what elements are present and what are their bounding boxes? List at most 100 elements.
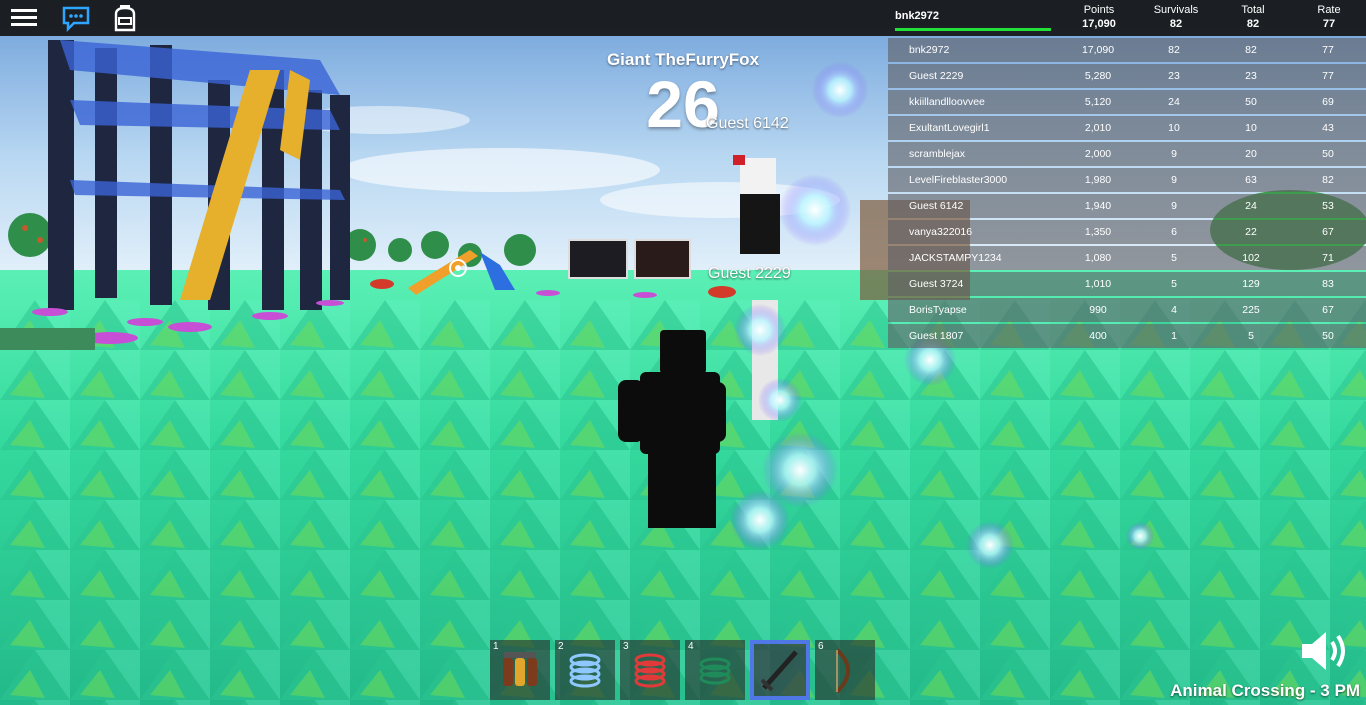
leaderboard-row[interactable]: LevelFireblaster3000 1,980 9 63 82	[888, 168, 1366, 192]
player-survivals: 9	[1171, 148, 1177, 160]
slot-number: 6	[818, 641, 824, 652]
hotbar-slot-2[interactable]: 2	[555, 640, 615, 700]
player-name: JACKSTAMPY1234	[909, 252, 1002, 264]
player-points: 5,280	[1084, 70, 1112, 82]
player-total: 82	[1245, 44, 1257, 56]
stat-label: Rate	[1317, 4, 1341, 16]
player-points: 400	[1089, 330, 1107, 342]
player-total: 102	[1242, 252, 1260, 264]
player-rate: 82	[1322, 174, 1334, 186]
player-survivals: 9	[1171, 200, 1177, 212]
player-name: LevelFireblaster3000	[909, 174, 1008, 186]
jetpack-icon	[503, 652, 537, 686]
player-name: Guest 6142	[909, 200, 964, 212]
leaderboard-row[interactable]: vanya322016 1,350 6 22 67	[888, 220, 1366, 244]
player-total: 50	[1245, 96, 1257, 108]
stat-value: 82	[1246, 18, 1260, 30]
player-total: 22	[1245, 226, 1257, 238]
leaderboard-row[interactable]: BorisTyapse 990 4 225 67	[888, 298, 1366, 322]
player-points: 5,120	[1084, 96, 1112, 108]
player-points: 1,080	[1084, 252, 1112, 264]
player-name: vanya322016	[909, 226, 973, 238]
bow-icon	[835, 648, 850, 694]
game-viewport[interactable]: bnk2972 Points 17,090 Survivals 82 Total…	[0, 0, 1366, 705]
red-coil-icon	[634, 653, 666, 688]
player-name: BorisTyapse	[909, 304, 967, 316]
slot-number: 1	[493, 641, 499, 652]
stat-total: Total 82	[1215, 3, 1291, 31]
speaker-icon[interactable]	[1300, 628, 1352, 674]
player-name: Guest 3724	[909, 278, 964, 290]
slot-number: 3	[623, 641, 629, 652]
player-survivals: 82	[1168, 44, 1180, 56]
player-name: scramblejax	[909, 148, 966, 160]
player-survivals: 4	[1171, 304, 1177, 316]
health-bar	[895, 28, 1051, 31]
sword-icon	[760, 650, 798, 692]
player-points: 2,000	[1084, 148, 1112, 160]
leaderboard-row[interactable]: Guest 2229 5,280 23 23 77	[888, 64, 1366, 88]
green-coil-icon	[699, 657, 731, 685]
stat-value: 82	[1169, 18, 1183, 30]
player-survivals: 9	[1171, 174, 1177, 186]
player-total: 24	[1245, 200, 1257, 212]
player-rate: 50	[1322, 148, 1334, 160]
player-rate: 67	[1322, 304, 1334, 316]
stat-points: Points 17,090	[1061, 3, 1137, 31]
player-survivals: 23	[1168, 70, 1180, 82]
player-total: 225	[1242, 304, 1260, 316]
player-survivals: 5	[1171, 252, 1177, 264]
player-name: Guest 1807	[909, 330, 964, 342]
hotbar-slot-5[interactable]	[750, 640, 810, 700]
player-points: 2,010	[1084, 122, 1112, 134]
player-points: 17,090	[1081, 44, 1115, 56]
slot-number: 2	[558, 641, 564, 652]
player-total: 129	[1242, 278, 1260, 290]
player-rate: 77	[1322, 44, 1334, 56]
leaderboard-row[interactable]: JACKSTAMPY1234 1,080 5 102 71	[888, 246, 1366, 270]
player-points: 1,940	[1084, 200, 1112, 212]
player-survivals: 24	[1168, 96, 1180, 108]
hotbar-slot-3[interactable]: 3	[620, 640, 680, 700]
player-nametag: Guest 2229	[708, 265, 791, 282]
player-total: 20	[1245, 148, 1257, 160]
stat-value: 77	[1322, 18, 1336, 30]
hotbar-slot-1[interactable]: 1	[490, 640, 550, 700]
leaderboard-row[interactable]: Guest 1807 400 1 5 50	[888, 324, 1366, 348]
stat-value: 17,090	[1082, 18, 1116, 30]
player-rate: 50	[1322, 330, 1334, 342]
player-rate: 77	[1322, 70, 1334, 82]
player-rate: 71	[1322, 252, 1334, 264]
player-rate: 67	[1322, 226, 1334, 238]
menu-icon[interactable]	[9, 3, 39, 33]
player-points: 1,980	[1084, 174, 1112, 186]
stat-label: Survivals	[1153, 4, 1199, 16]
player-points: 990	[1089, 304, 1107, 316]
blue-spring-icon	[569, 653, 601, 688]
player-rate: 83	[1322, 278, 1334, 290]
now-playing-label: Animal Crossing - 3 PM	[1170, 681, 1360, 700]
hotbar-slot-4[interactable]: 4	[685, 640, 745, 700]
backpack-icon[interactable]	[110, 3, 140, 33]
leaderboard-row[interactable]: kkiillandlloovvee 5,120 24 50 69	[888, 90, 1366, 114]
slot-number: 4	[688, 641, 694, 652]
leaderboard-row[interactable]: scramblejax 2,000 9 20 50	[888, 142, 1366, 166]
player-survivals: 5	[1171, 278, 1177, 290]
leaderboard-row[interactable]: ExultantLovegirl1 2,010 10 10 43	[888, 116, 1366, 140]
player-name: ExultantLovegirl1	[909, 122, 990, 134]
player-points: 1,010	[1084, 278, 1112, 290]
player-survivals: 6	[1171, 226, 1177, 238]
leaderboard-row[interactable]: bnk2972 17,090 82 82 77	[888, 38, 1366, 62]
player-rate: 43	[1322, 122, 1334, 134]
stat-label: Points	[1083, 4, 1115, 16]
player-total: 23	[1245, 70, 1257, 82]
stat-rate: Rate 77	[1291, 3, 1366, 31]
player-name: bnk2972	[909, 44, 950, 56]
leaderboard-row[interactable]: Guest 6142 1,940 9 24 53	[888, 194, 1366, 218]
player-survivals: 10	[1168, 122, 1180, 134]
local-player-name[interactable]: bnk2972	[895, 10, 939, 22]
leaderboard-row[interactable]: Guest 3724 1,010 5 129 83	[888, 272, 1366, 296]
player-total: 5	[1248, 330, 1254, 342]
chat-icon[interactable]	[61, 3, 91, 33]
hotbar-slot-6[interactable]: 6	[815, 640, 875, 700]
